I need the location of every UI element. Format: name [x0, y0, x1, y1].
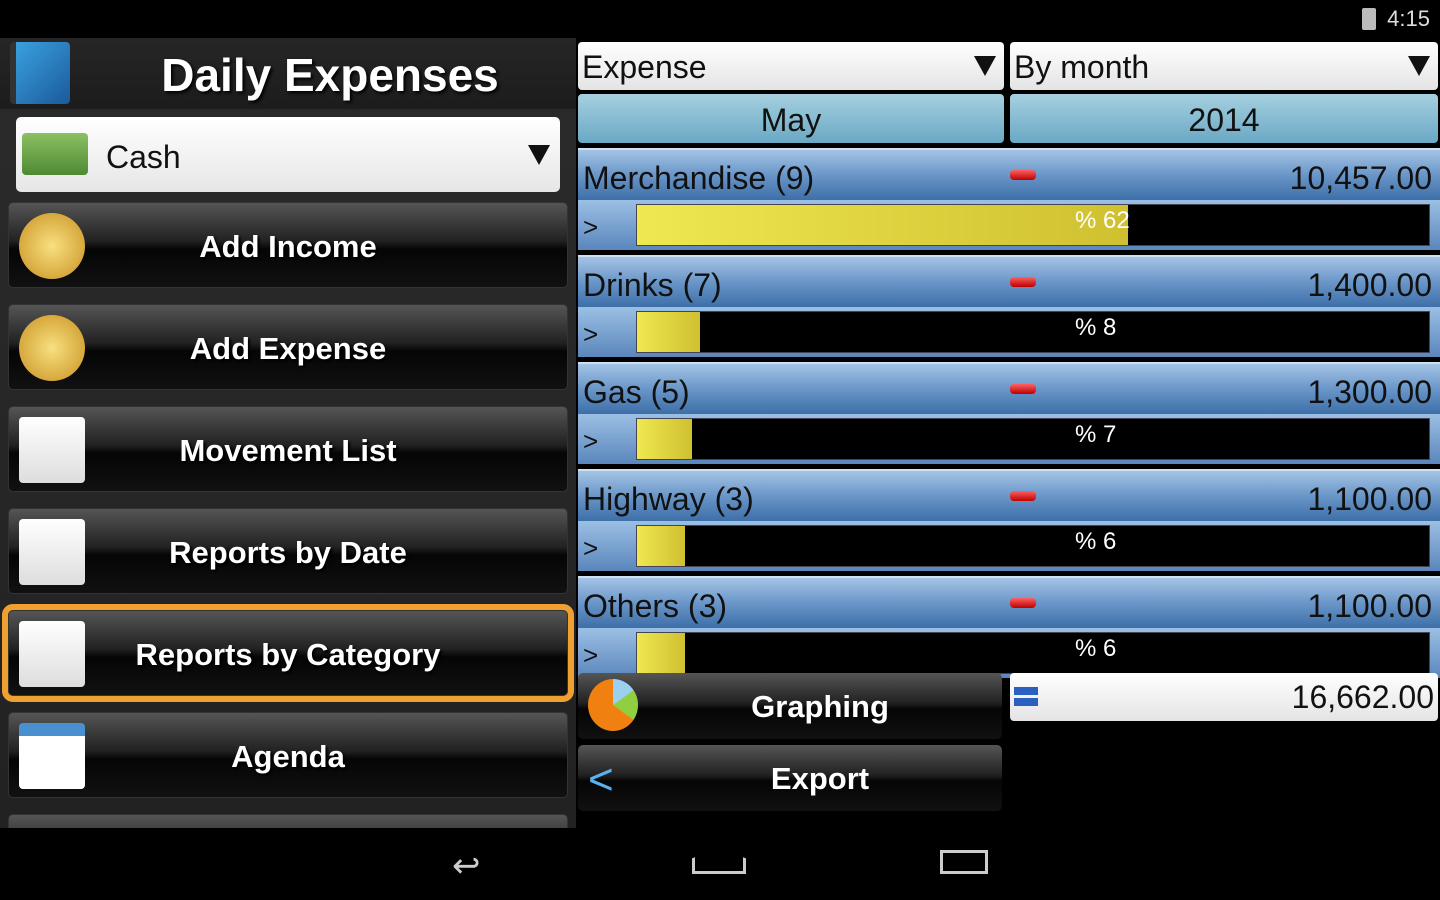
percent-bar-fill [637, 312, 701, 352]
category-bar-row: > % 6 [578, 521, 1440, 571]
expand-chevron-icon[interactable]: > [583, 319, 598, 350]
percent-bar-fill [637, 526, 685, 566]
category-bar-row: > % 8 [578, 307, 1440, 357]
menu-button-2[interactable]: Movement List [8, 406, 568, 492]
export-button[interactable]: < Export [578, 745, 1002, 811]
percent-label: % 62 [1075, 207, 1130, 234]
category-header: Others (3) 1,100.00 [578, 576, 1440, 628]
year-selector[interactable]: 2014 [1010, 94, 1438, 143]
menu-button-1[interactable]: Add Expense [8, 304, 568, 390]
category-header: Merchandise (9) 10,457.00 [578, 148, 1440, 200]
category-row[interactable]: Drinks (7) 1,400.00 > % 8 [578, 255, 1440, 358]
category-bar-row: > % 62 [578, 200, 1440, 250]
dropdown-arrow-icon [1408, 56, 1430, 76]
clock: 4:15 [1387, 6, 1430, 31]
expand-chevron-icon[interactable]: > [583, 533, 598, 564]
percent-bar: % 7 [636, 418, 1430, 460]
category-amount: 1,300.00 [1307, 374, 1432, 410]
percent-label: % 6 [1075, 528, 1117, 555]
app-title: Daily Expenses [161, 49, 499, 101]
total-amount: 16,662.00 [1291, 679, 1434, 715]
account-selected: Cash [106, 139, 181, 175]
category-row[interactable]: Others (3) 1,100.00 > % 6 [578, 576, 1440, 679]
month-selector[interactable]: May [578, 94, 1004, 143]
expand-chevron-icon[interactable]: > [583, 640, 598, 671]
percent-bar: % 62 [636, 204, 1430, 246]
percent-label: % 6 [1075, 635, 1117, 662]
category-bar-row: > % 6 [578, 628, 1440, 678]
percent-label: % 7 [1075, 421, 1117, 448]
menu-button-3[interactable]: Reports by Date [8, 508, 568, 594]
graphing-button[interactable]: Graphing [578, 673, 1002, 739]
expand-chevron-icon[interactable]: > [583, 212, 598, 243]
app-logo-icon [10, 42, 70, 104]
category-amount: 1,100.00 [1307, 588, 1432, 624]
percent-bar-fill [637, 205, 1129, 245]
export-label: Export [770, 761, 870, 796]
percent-label: % 8 [1075, 314, 1117, 341]
main-menu-panel: Daily Expenses Cash Add Income Add Expen… [0, 38, 576, 828]
percent-bar: % 6 [636, 525, 1430, 567]
category-row[interactable]: Highway (3) 1,100.00 > % 6 [578, 469, 1440, 572]
expense-minus-icon [1010, 491, 1036, 501]
account-dropdown[interactable]: Cash [16, 117, 560, 192]
grouping-selected: By month [1014, 49, 1150, 85]
category-header: Highway (3) 1,100.00 [578, 469, 1440, 521]
report-panel: Expense By month May 2014 Merchandise (9… [576, 38, 1440, 828]
category-bar-row: > % 7 [578, 414, 1440, 464]
cash-icon [22, 133, 88, 175]
menu-label: Reports by Category [135, 637, 441, 672]
category-name: Merchandise (9) [583, 160, 815, 196]
menu-button-partial[interactable] [8, 814, 568, 828]
menu-label: Movement List [179, 433, 397, 468]
category-header: Gas (5) 1,300.00 [578, 362, 1440, 414]
total-field: 16,662.00 [1010, 673, 1438, 721]
grouping-dropdown[interactable]: By month [1010, 42, 1438, 90]
expense-minus-icon [1010, 277, 1036, 287]
back-icon[interactable]: ↩ [452, 846, 481, 886]
expense-minus-icon [1010, 598, 1036, 608]
dropdown-arrow-icon [974, 56, 996, 76]
type-selected: Expense [582, 49, 707, 85]
category-row[interactable]: Gas (5) 1,300.00 > % 7 [578, 362, 1440, 465]
type-dropdown[interactable]: Expense [578, 42, 1004, 90]
category-amount: 10,457.00 [1289, 160, 1432, 196]
category-name: Highway (3) [583, 481, 754, 517]
category-row[interactable]: Merchandise (9) 10,457.00 > % 62 [578, 148, 1440, 251]
menu-button-4[interactable]: Reports by Category [2, 604, 574, 702]
percent-bar: % 6 [636, 632, 1430, 674]
percent-bar-fill [637, 419, 693, 459]
menu-label: Add Income [199, 229, 377, 264]
expense-minus-icon [1010, 170, 1036, 180]
category-header: Drinks (7) 1,400.00 [578, 255, 1440, 307]
category-amount: 1,100.00 [1307, 481, 1432, 517]
menu-label: Add Expense [189, 331, 387, 366]
status-bar: 4:15 [0, 0, 1440, 38]
battery-icon [1362, 8, 1376, 30]
home-icon[interactable] [692, 848, 746, 874]
category-name: Drinks (7) [583, 267, 722, 303]
navigation-bar: ↩ [0, 828, 1440, 900]
category-name: Others (3) [583, 588, 728, 624]
equals-icon [1014, 687, 1038, 707]
percent-bar: % 8 [636, 311, 1430, 353]
expense-minus-icon [1010, 384, 1036, 394]
graphing-label: Graphing [751, 689, 889, 724]
recent-apps-icon[interactable] [940, 850, 988, 874]
percent-bar-fill [637, 633, 685, 673]
category-amount: 1,400.00 [1307, 267, 1432, 303]
menu-button-5[interactable]: Agenda [8, 712, 568, 798]
expand-chevron-icon[interactable]: > [583, 426, 598, 457]
menu-button-0[interactable]: Add Income [8, 202, 568, 288]
category-name: Gas (5) [583, 374, 690, 410]
menu-label: Agenda [231, 739, 345, 774]
dropdown-arrow-icon [528, 145, 550, 165]
menu-label: Reports by Date [169, 535, 407, 570]
